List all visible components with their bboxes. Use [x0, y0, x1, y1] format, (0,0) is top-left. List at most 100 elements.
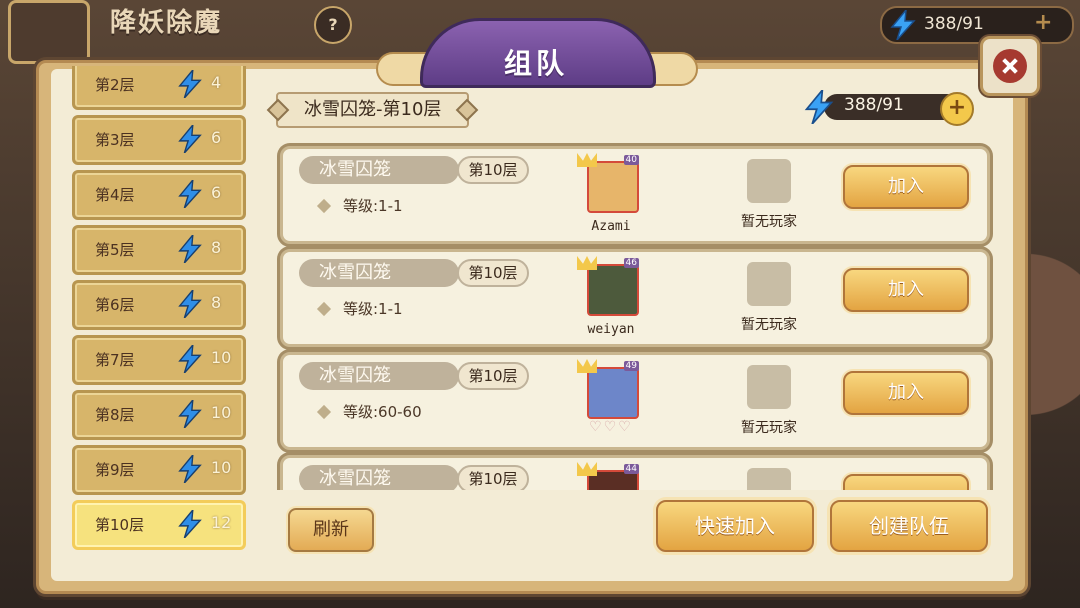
floor-item[interactable]: 第2层 4 — [72, 66, 246, 110]
floor-energy-cost: 12 — [211, 513, 232, 532]
floor-label: 第6层 — [95, 296, 135, 314]
join-button[interactable]: 加入 — [843, 371, 969, 415]
back-button[interactable] — [8, 0, 90, 64]
team-level-range: 等级:1-1 — [343, 197, 403, 215]
add-energy-button[interactable]: + — [940, 92, 974, 126]
dungeon-title: 冰雪囚笼-第10层 — [276, 92, 470, 128]
join-button[interactable]: 加入 — [843, 165, 969, 209]
lightning-icon — [178, 235, 202, 263]
close-icon — [993, 49, 1027, 83]
empty-slot-text: 暂无玩家 — [741, 317, 797, 333]
create-team-button[interactable]: 创建队伍 — [830, 500, 988, 552]
energy-display: 388/91 + — [804, 90, 974, 126]
leader-avatar[interactable]: 46 — [577, 256, 639, 316]
join-label: 加入 — [888, 382, 924, 403]
crown-icon — [577, 256, 597, 270]
team-dungeon-name: 冰雪囚笼 — [299, 156, 459, 184]
floor-energy-cost: 4 — [211, 73, 222, 92]
join-label: 加入 — [888, 176, 924, 197]
top-energy-plus[interactable]: + — [1034, 10, 1052, 35]
team-floor: 第10层 — [457, 465, 529, 490]
floor-item[interactable]: 第10层 12 — [72, 500, 246, 550]
empty-member-slot — [747, 159, 791, 203]
empty-member-slot — [747, 468, 791, 490]
close-button[interactable] — [980, 36, 1040, 96]
create-team-label: 创建队伍 — [869, 514, 949, 538]
team-level-range: 等级:1-1 — [343, 300, 403, 318]
lightning-icon — [178, 400, 202, 428]
lightning-icon — [890, 10, 916, 40]
floor-label: 第2层 — [95, 76, 135, 94]
leader-name: Azami — [591, 219, 631, 234]
leader-avatar[interactable]: 49 — [577, 359, 639, 419]
floor-energy-cost: 10 — [211, 348, 232, 367]
join-button[interactable]: 加入 — [843, 268, 969, 312]
lightning-icon — [178, 345, 202, 373]
team-list[interactable]: 冰雪囚笼 第10层 40 等级:1-1 Azami 暂无玩家 加入 冰雪囚笼 第10层 46 等级:… — [274, 134, 994, 490]
join-button[interactable] — [843, 474, 969, 490]
floor-energy-cost: 6 — [211, 183, 222, 202]
dialog-title: 组队 — [503, 47, 568, 80]
team-dungeon-name: 冰雪囚笼 — [299, 259, 459, 287]
floor-list[interactable]: 第2层 4 第3层 6 第4层 6 第5层 8 第6层 8 第7层 10 第8层 10 第9层 10 第10层 1… — [70, 66, 246, 556]
team-floor: 第10层 — [457, 259, 529, 287]
lightning-icon — [178, 125, 202, 153]
floor-label: 第10层 — [95, 516, 145, 534]
dialog-banner: 组队 — [376, 12, 698, 88]
team-row: 冰雪囚笼 第10层 44 — [280, 455, 990, 490]
floor-label: 第4层 — [95, 186, 135, 204]
lightning-icon — [178, 510, 202, 538]
quick-join-button[interactable]: 快速加入 — [656, 500, 814, 552]
empty-member-slot — [747, 262, 791, 306]
floor-label: 第5层 — [95, 241, 135, 259]
team-level-range: 等级:60-60 — [343, 403, 422, 421]
floor-item[interactable]: 第7层 10 — [72, 335, 246, 385]
team-floor: 第10层 — [457, 362, 529, 390]
top-energy-display: 388/91 + — [880, 6, 1074, 44]
team-row: 冰雪囚笼 第10层 46 等级:1-1 weiyan 暂无玩家 加入 — [280, 249, 990, 347]
floor-item[interactable]: 第6层 8 — [72, 280, 246, 330]
team-row: 冰雪囚笼 第10层 49 等级:60-60 ♡♡♡ 暂无玩家 加入 — [280, 352, 990, 450]
team-dungeon-name: 冰雪囚笼 — [299, 362, 459, 390]
floor-label: 第7层 — [95, 351, 135, 369]
team-floor: 第10层 — [457, 156, 529, 184]
floor-item[interactable]: 第8层 10 — [72, 390, 246, 440]
team-row: 冰雪囚笼 第10层 40 等级:1-1 Azami 暂无玩家 加入 — [280, 146, 990, 244]
empty-member-slot — [747, 365, 791, 409]
floor-energy-cost: 6 — [211, 128, 222, 147]
empty-slot-text: 暂无玩家 — [741, 420, 797, 436]
lightning-icon — [178, 290, 202, 318]
floor-item[interactable]: 第3层 6 — [72, 115, 246, 165]
diamond-icon — [316, 301, 332, 317]
diamond-icon — [316, 198, 332, 214]
lightning-icon — [178, 180, 202, 208]
leader-avatar[interactable]: 40 — [577, 153, 639, 213]
empty-slot-text: 暂无玩家 — [741, 214, 797, 230]
hearts-icon: ♡♡♡ — [589, 419, 633, 435]
refresh-button[interactable]: 刷新 — [288, 508, 374, 552]
avatar — [587, 264, 639, 316]
quick-join-label: 快速加入 — [695, 514, 775, 538]
leader-level: 40 — [623, 155, 639, 165]
help-button[interactable]: ? — [314, 6, 352, 44]
refresh-label: 刷新 — [313, 519, 349, 540]
floor-label: 第9层 — [95, 461, 135, 479]
crown-icon — [577, 153, 597, 167]
floor-item[interactable]: 第5层 8 — [72, 225, 246, 275]
avatar — [587, 367, 639, 419]
leader-avatar[interactable]: 44 — [577, 462, 639, 490]
leader-level: 46 — [623, 258, 639, 268]
join-label: 加入 — [888, 279, 924, 300]
screen-title: 降妖除魔 — [110, 8, 223, 38]
diamond-icon — [316, 404, 332, 420]
leader-name: weiyan — [587, 322, 635, 337]
leader-level: 44 — [623, 464, 639, 474]
energy-value: 388/91 — [844, 95, 904, 115]
floor-energy-cost: 10 — [211, 458, 232, 477]
lightning-icon — [804, 90, 834, 124]
floor-item[interactable]: 第4层 6 — [72, 170, 246, 220]
lightning-icon — [178, 70, 202, 98]
leader-level: 49 — [623, 361, 639, 371]
crown-icon — [577, 462, 597, 476]
floor-item[interactable]: 第9层 10 — [72, 445, 246, 495]
